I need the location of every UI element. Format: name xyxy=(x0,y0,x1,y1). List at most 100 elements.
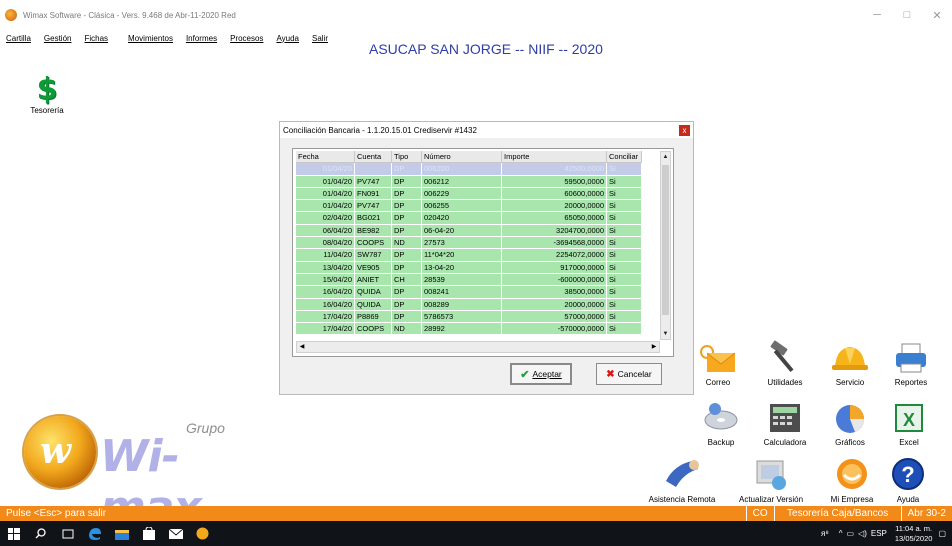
tile-ayuda[interactable]: ? Ayuda xyxy=(873,455,943,504)
cell-fecha: 13/04/20 xyxy=(296,261,355,274)
grid-header: Fecha Cuenta Tipo Número Importe Concili… xyxy=(296,151,662,164)
cell-importe: -3694568,0000 xyxy=(502,237,607,250)
clock[interactable]: 11:04 a. m. 13/05/2020 xyxy=(895,524,933,544)
app-icon xyxy=(5,9,17,21)
volume-icon[interactable]: ◁) xyxy=(858,529,867,538)
tile-label: Asistencia Remota xyxy=(648,495,716,504)
tile-calculadora[interactable]: Calculadora xyxy=(750,398,820,447)
col-cuenta[interactable]: Cuenta xyxy=(355,151,392,164)
table-row[interactable]: 16/04/20 QUIDA DP 008289 20000,0000 Si xyxy=(296,298,662,311)
search-icon[interactable] xyxy=(27,521,54,546)
vertical-scrollbar[interactable]: ▲ ▼ xyxy=(660,151,671,340)
transactions-grid[interactable]: Fecha Cuenta Tipo Número Importe Concili… xyxy=(292,148,674,357)
accept-label: Aceptar xyxy=(532,369,562,379)
menu-fichas[interactable]: Fichas xyxy=(84,34,115,43)
tile-servicio[interactable]: Servicio xyxy=(815,338,885,387)
notifications-icon[interactable]: ▢ xyxy=(938,529,946,538)
menu-informes[interactable]: Informes xyxy=(186,34,224,43)
cell-cuenta: FN091 xyxy=(355,187,392,201)
table-row[interactable]: 16/04/20 QUIDA DP 008241 38500,0000 Si xyxy=(296,286,662,299)
file-explorer-icon[interactable] xyxy=(108,521,135,546)
system-tray: ᴙ⁸ ^ ▭ ◁) ESP 11:04 a. m. 13/05/2020 ▢ xyxy=(821,521,952,546)
tile-label: Servicio xyxy=(835,378,865,387)
scroll-thumb[interactable] xyxy=(662,165,669,315)
menu-ayuda[interactable]: Ayuda xyxy=(276,34,306,43)
tile-excel[interactable]: X Excel xyxy=(874,398,944,447)
horizontal-scrollbar[interactable]: ◀ ▶ xyxy=(296,341,660,353)
svg-text:?: ? xyxy=(901,462,914,487)
cancel-label: Cancelar xyxy=(617,369,652,379)
col-importe[interactable]: Importe xyxy=(502,151,607,164)
cell-importe: -570000,0000 xyxy=(502,323,607,336)
col-fecha[interactable]: Fecha xyxy=(296,151,355,164)
cell-fecha: 11/04/20 xyxy=(296,249,355,262)
scroll-down-icon[interactable]: ▼ xyxy=(661,329,670,339)
menu-salir[interactable]: Salir xyxy=(312,34,335,43)
company-title: ASUCAP SAN JORGE -- NIIF -- 2020 xyxy=(369,41,603,57)
cell-conciliar: Si xyxy=(607,175,642,188)
printer-icon xyxy=(876,338,946,374)
tray-chevron-icon[interactable]: ^ xyxy=(839,529,843,538)
table-row[interactable]: 13/04/20 VE905 DP 13-04-20 917000,0000 Si xyxy=(296,261,662,274)
table-row[interactable]: 01/04/20 FN091 DP 006229 60600,0000 Si xyxy=(296,187,662,201)
close-button[interactable]: ✕ xyxy=(922,0,952,30)
wimax-app-icon[interactable] xyxy=(189,521,216,546)
tile-asistencia[interactable]: Asistencia Remota xyxy=(637,455,727,504)
menu-gestion[interactable]: Gestión xyxy=(44,34,79,43)
tesoreria-shortcut[interactable]: $ Tesorería xyxy=(25,74,69,116)
tile-backup[interactable]: Backup xyxy=(686,398,756,447)
task-view-icon[interactable] xyxy=(54,521,81,546)
table-row[interactable]: 11/04/20 SW787 DP 11*04*20 2254072,0000 Si xyxy=(296,249,662,262)
table-row[interactable]: 15/04/20 ANIET CH 28539 -600000,0000 Si xyxy=(296,273,662,287)
accept-button[interactable]: ✔ Aceptar xyxy=(510,363,572,385)
clock-time: 11:04 a. m. xyxy=(895,523,933,533)
windows-start-icon[interactable] xyxy=(0,521,27,546)
mail-icon[interactable] xyxy=(162,521,189,546)
scroll-left-icon[interactable]: ◀ xyxy=(297,342,307,352)
scroll-right-icon[interactable]: ▶ xyxy=(649,342,659,352)
table-row[interactable]: 06/04/20 BE982 DP 06-04-20 3204700,0000 Si xyxy=(296,224,662,238)
tile-label: Backup xyxy=(707,438,735,447)
cell-conciliar: Si xyxy=(607,163,642,176)
menu-movimientos[interactable]: Movimientos xyxy=(128,34,180,43)
cell-importe: 2254072,0000 xyxy=(502,249,607,262)
col-tipo[interactable]: Tipo xyxy=(392,151,422,164)
edge-browser-icon[interactable] xyxy=(81,521,108,546)
cell-numero: 5786573 xyxy=(422,310,502,324)
menu-procesos[interactable]: Procesos xyxy=(230,34,270,43)
cell-importe: 60600,0000 xyxy=(502,187,607,201)
tile-correo[interactable]: Correo xyxy=(683,338,753,387)
tile-utilidades[interactable]: Utilidades xyxy=(750,338,820,387)
table-row[interactable]: 17/04/20 P8869 DP 5786573 57000,0000 Si xyxy=(296,310,662,324)
table-row[interactable]: 01/04/20 PV747 DP 006212 59500,0000 Si xyxy=(296,175,662,188)
table-row[interactable]: 02/04/20 BG021 DP 020420 65050,0000 Si xyxy=(296,212,662,225)
table-row[interactable]: 08/04/20 COOPS ND 27573 -3694568,0000 Si xyxy=(296,237,662,250)
tile-reportes[interactable]: Reportes xyxy=(876,338,946,387)
update-icon xyxy=(733,455,809,491)
network-icon[interactable]: ▭ xyxy=(846,529,854,538)
envelope-icon xyxy=(683,338,753,374)
tile-actualizar[interactable]: Actualizar Versión xyxy=(733,455,809,504)
col-conciliar[interactable]: Conciliar xyxy=(607,151,642,164)
people-icon[interactable]: ᴙ⁸ xyxy=(821,529,829,538)
menu-cartilla[interactable]: Cartilla xyxy=(6,34,38,43)
store-icon[interactable] xyxy=(135,521,162,546)
dialog-close-button[interactable]: x xyxy=(679,125,690,136)
scroll-up-icon[interactable]: ▲ xyxy=(661,152,670,162)
cell-importe: 38500,0000 xyxy=(502,286,607,299)
table-row[interactable]: 17/04/20 COOPS ND 28992 -570000,0000 Si xyxy=(296,323,662,336)
cell-numero: 006229 xyxy=(422,187,502,201)
minimize-button[interactable]: ─ xyxy=(862,0,892,30)
table-row[interactable]: 01/04/20 PV747 DP 006255 20000,0000 Si xyxy=(296,200,662,213)
cell-conciliar: Si xyxy=(607,200,642,213)
cell-tipo: DP xyxy=(392,212,422,225)
cell-tipo: CH xyxy=(392,273,422,287)
cancel-button[interactable]: ✖ Cancelar xyxy=(596,363,662,385)
status-bar: Pulse <Esc> para salir CO Tesorería Caja… xyxy=(0,506,952,521)
language-indicator[interactable]: ESP xyxy=(871,529,887,538)
cell-cuenta: COOPS xyxy=(355,237,392,250)
table-row-selected[interactable]: 01/04/20 DP 006200 42500,0000 Si xyxy=(296,163,662,176)
cell-importe: 917000,0000 xyxy=(502,261,607,274)
maximize-button[interactable]: □ xyxy=(892,0,922,30)
col-numero[interactable]: Número xyxy=(422,151,502,164)
